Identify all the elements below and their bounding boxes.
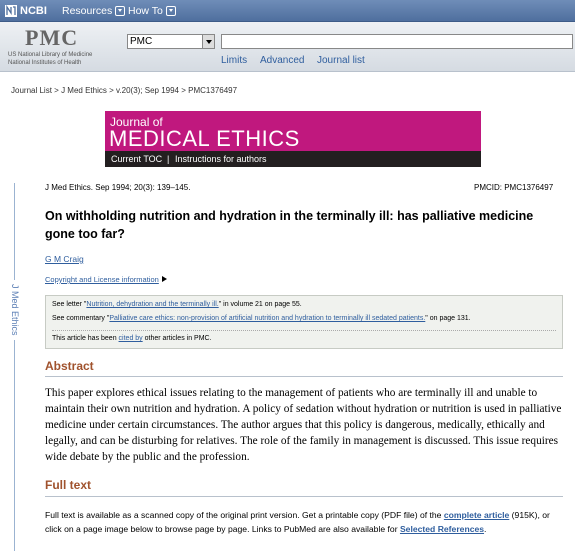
see-commentary-line: See commentary "Palliative care ethics: …: [52, 315, 471, 322]
ncbi-logo[interactable]: NCBI: [5, 4, 47, 18]
org-line-2: National Institutes of Health: [8, 60, 82, 66]
full-text-heading: Full text: [45, 478, 92, 492]
author-link[interactable]: G M Craig: [45, 254, 84, 264]
instructions-for-authors-link[interactable]: Instructions for authors: [175, 154, 267, 164]
search-input[interactable]: [221, 34, 573, 49]
database-select-value: PMC: [130, 36, 153, 47]
breadcrumb-issue[interactable]: v.20(3); Sep 1994: [116, 86, 179, 95]
ncbi-top-bar: NCBI Resources How To: [0, 0, 575, 22]
banner-title: MEDICAL ETHICS: [109, 126, 300, 151]
article-citation: J Med Ethics. Sep 1994; 20(3): 139–145.: [45, 183, 191, 192]
full-text-paragraph: Full text is available as a scanned copy…: [45, 508, 567, 536]
journal-banner[interactable]: Journal of MEDICAL ETHICS Current TOC | …: [105, 111, 481, 167]
side-journal-tab[interactable]: J Med Ethics: [5, 280, 25, 340]
banner-links-strip: Current TOC | Instructions for authors: [105, 151, 481, 167]
see-commentary-post: " on page 131.: [425, 315, 471, 322]
notes-divider: [52, 330, 556, 331]
nlm-org-label: US National Library of Medicine National…: [8, 51, 92, 67]
complete-article-link[interactable]: complete article: [444, 510, 509, 520]
cited-by-line: This article has been cited by other art…: [52, 335, 212, 342]
breadcrumb-journal-list[interactable]: Journal List: [11, 86, 52, 95]
ncbi-logo-text: NCBI: [20, 5, 47, 17]
resources-menu[interactable]: Resources: [62, 5, 126, 17]
related-notes-box: See letter "Nutrition, dehydration and t…: [45, 295, 563, 349]
full-text-post: .: [484, 524, 487, 534]
cited-by-link[interactable]: cited by: [119, 335, 143, 342]
how-to-menu[interactable]: How To: [128, 5, 176, 17]
article-title: On withholding nutrition and hydration i…: [45, 209, 534, 241]
breadcrumb-journal[interactable]: J Med Ethics: [61, 86, 107, 95]
abstract-heading: Abstract: [45, 359, 94, 373]
database-select[interactable]: PMC: [127, 34, 215, 49]
breadcrumb: Journal List > J Med Ethics > v.20(3); S…: [11, 86, 237, 95]
cited-by-pre: This article has been: [52, 335, 119, 342]
selected-references-link[interactable]: Selected References: [400, 524, 484, 534]
org-line-1: US National Library of Medicine: [8, 52, 93, 58]
see-letter-link[interactable]: Nutrition, dehydration and the terminall…: [86, 301, 218, 308]
advanced-link[interactable]: Advanced: [260, 55, 304, 66]
abstract-rule: [45, 376, 563, 377]
pmc-search-header: PMC US National Library of Medicine Nati…: [0, 22, 575, 72]
chevron-down-icon: [115, 6, 126, 16]
pmcid-label: PMCID: PMC1376497: [474, 183, 554, 192]
how-to-menu-label: How To: [128, 5, 163, 17]
copyright-label: Copyright and License information: [45, 275, 159, 284]
full-text-pre: Full text is available as a scanned copy…: [45, 510, 444, 520]
see-commentary-pre: See commentary ": [52, 315, 110, 322]
see-letter-post: " in volume 21 on page 55.: [218, 301, 302, 308]
abstract-text: This paper explores ethical issues relat…: [45, 387, 562, 463]
pmc-logo[interactable]: PMC: [25, 25, 78, 51]
side-rule: [14, 183, 15, 551]
breadcrumb-separator: >: [109, 86, 116, 95]
copyright-license-link[interactable]: Copyright and License information: [45, 275, 167, 284]
cited-by-post: other articles in PMC.: [142, 335, 212, 342]
chevron-down-icon: [202, 35, 214, 48]
see-letter-pre: See letter ": [52, 301, 87, 308]
journal-list-link[interactable]: Journal list: [317, 55, 365, 66]
banner-separator: |: [167, 154, 170, 164]
see-commentary-link[interactable]: Palliative care ethics: non-provision of…: [109, 315, 425, 322]
limits-link[interactable]: Limits: [221, 55, 247, 66]
resources-menu-label: Resources: [62, 5, 113, 17]
breadcrumb-article: PMC1376497: [188, 86, 238, 95]
full-text-rule: [45, 496, 563, 497]
expand-arrow-icon: [161, 276, 167, 282]
ncbi-logo-icon: [5, 5, 17, 17]
chevron-down-icon: [165, 6, 176, 16]
see-letter-line: See letter "Nutrition, dehydration and t…: [52, 301, 302, 308]
current-toc-link[interactable]: Current TOC: [111, 154, 162, 164]
